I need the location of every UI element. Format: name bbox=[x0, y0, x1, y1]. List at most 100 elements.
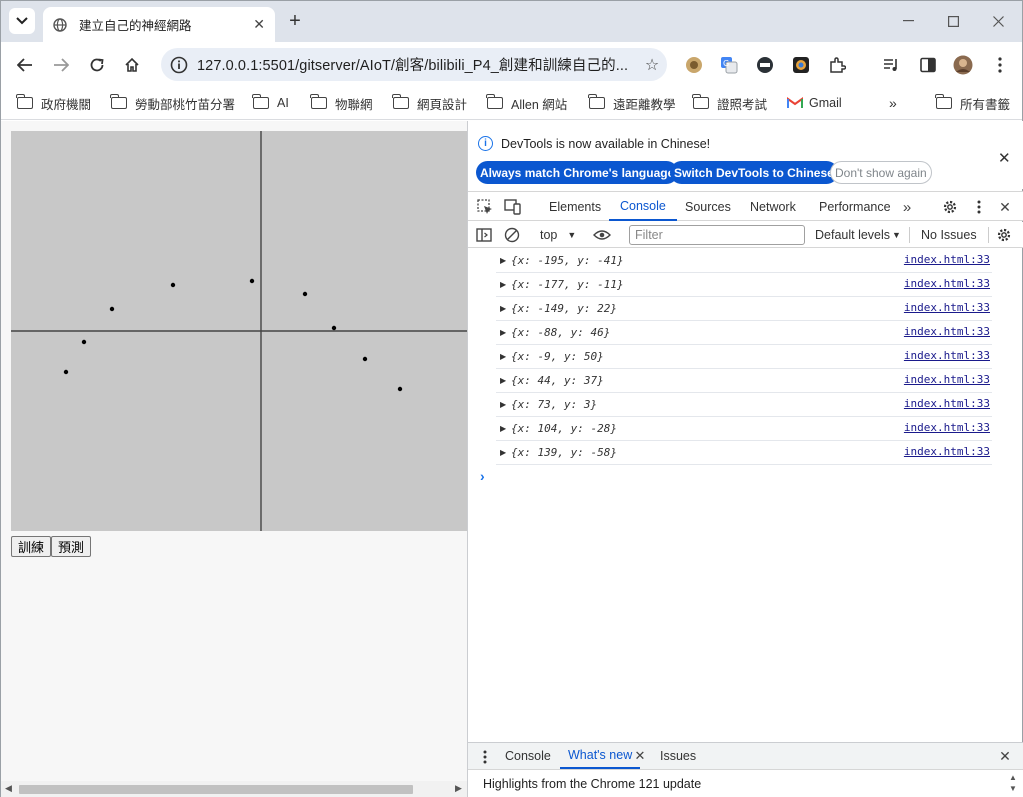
bookmark-folder[interactable]: 遠距離教學 bbox=[588, 94, 676, 112]
side-panel-icon[interactable] bbox=[918, 55, 938, 75]
issues-counter[interactable]: No Issues bbox=[921, 226, 977, 244]
console-message[interactable]: ▶ {x: -9, y: 50} index.html:33 bbox=[496, 345, 992, 369]
scroll-left-icon[interactable]: ◀ bbox=[5, 783, 12, 794]
bookmark-folder[interactable]: 網頁設計 bbox=[392, 94, 467, 112]
close-devtools-icon[interactable]: ✕ bbox=[996, 198, 1014, 216]
devtools-menu-kebab-icon[interactable] bbox=[970, 198, 988, 216]
console-message[interactable]: ▶ {x: 139, y: -58} index.html:33 bbox=[496, 441, 992, 465]
drawer-tab-issues[interactable]: Issues bbox=[660, 743, 696, 769]
settings-gear-icon[interactable] bbox=[941, 198, 959, 216]
browser-tab[interactable]: 建立自己的神經網路 ✕ bbox=[43, 7, 275, 42]
console-prompt-chevron-icon[interactable]: › bbox=[480, 468, 485, 484]
extensions-puzzle-icon[interactable] bbox=[827, 55, 847, 75]
console-message[interactable]: ▶ {x: -88, y: 46} index.html:33 bbox=[496, 321, 992, 345]
drawer-tab-whats-new[interactable]: What's new bbox=[560, 743, 641, 769]
source-link[interactable]: index.html:33 bbox=[904, 373, 990, 386]
new-tab-button[interactable]: + bbox=[285, 11, 305, 31]
expand-triangle-icon[interactable]: ▶ bbox=[500, 352, 506, 361]
console-message[interactable]: ▶ {x: -177, y: -11} index.html:33 bbox=[496, 273, 992, 297]
sidebar-toggle-icon[interactable] bbox=[476, 226, 492, 244]
console-message[interactable]: ▶ {x: -195, y: -41} index.html:33 bbox=[496, 249, 992, 273]
more-tabs-chevron-icon[interactable]: » bbox=[898, 198, 916, 216]
drawer-tab-console[interactable]: Console bbox=[505, 743, 551, 769]
close-infobar-icon[interactable]: ✕ bbox=[998, 149, 1011, 167]
translate-icon[interactable]: G bbox=[719, 55, 739, 75]
site-info-icon[interactable] bbox=[169, 55, 189, 75]
address-bar[interactable]: 127.0.0.1:5501/gitserver/AIoT/創客/bilibil… bbox=[161, 48, 667, 81]
predict-button[interactable]: 預測 bbox=[51, 536, 92, 557]
source-link[interactable]: index.html:33 bbox=[904, 325, 990, 338]
extension-icon[interactable] bbox=[755, 55, 775, 75]
dont-show-again-button[interactable]: Don't show again bbox=[830, 161, 932, 184]
bookmark-star-icon[interactable]: ☆ bbox=[637, 55, 667, 75]
bookmark-gmail[interactable]: Gmail bbox=[787, 94, 842, 112]
expand-triangle-icon[interactable]: ▶ bbox=[500, 376, 506, 385]
profile-avatar-icon[interactable] bbox=[953, 55, 973, 75]
expand-triangle-icon[interactable]: ▶ bbox=[500, 256, 506, 265]
context-selector[interactable]: top ▼ bbox=[540, 226, 576, 244]
minimize-icon[interactable] bbox=[893, 9, 923, 33]
menu-kebab-icon[interactable] bbox=[990, 55, 1010, 75]
scroll-right-icon[interactable]: ▶ bbox=[455, 783, 462, 794]
bookmark-folder[interactable]: Allen 網站 bbox=[486, 94, 567, 112]
filter-input[interactable]: Filter bbox=[629, 225, 805, 245]
url-text[interactable]: 127.0.0.1:5501/gitserver/AIoT/創客/bilibil… bbox=[197, 54, 637, 75]
source-link[interactable]: index.html:33 bbox=[904, 397, 990, 410]
source-link[interactable]: index.html:33 bbox=[904, 349, 990, 362]
tab-network[interactable]: Network bbox=[750, 192, 796, 221]
tab-elements[interactable]: Elements bbox=[549, 192, 601, 221]
forward-icon[interactable] bbox=[48, 52, 74, 78]
source-link[interactable]: index.html:33 bbox=[904, 301, 990, 314]
source-link[interactable]: index.html:33 bbox=[904, 445, 990, 458]
tab-sources[interactable]: Sources bbox=[685, 192, 731, 221]
expand-triangle-icon[interactable]: ▶ bbox=[500, 328, 506, 337]
clear-console-icon[interactable] bbox=[504, 226, 520, 244]
drawer-menu-kebab-icon[interactable] bbox=[476, 748, 494, 766]
expand-triangle-icon[interactable]: ▶ bbox=[500, 304, 506, 313]
extension-icon[interactable] bbox=[684, 55, 704, 75]
horizontal-scrollbar[interactable]: ◀ ▶ bbox=[1, 781, 467, 797]
bookmark-folder[interactable]: 證照考試 bbox=[692, 94, 767, 112]
expand-triangle-icon[interactable]: ▶ bbox=[500, 448, 506, 457]
console-message[interactable]: ▶ {x: 44, y: 37} index.html:33 bbox=[496, 369, 992, 393]
media-control-icon[interactable] bbox=[882, 55, 902, 75]
reload-icon[interactable] bbox=[84, 52, 110, 78]
console-message[interactable]: ▶ {x: 104, y: -28} index.html:33 bbox=[496, 417, 992, 441]
bookmark-folder[interactable]: 勞動部桃竹苗分署 bbox=[110, 94, 235, 112]
expand-triangle-icon[interactable]: ▶ bbox=[500, 280, 506, 289]
extension-icon[interactable] bbox=[791, 55, 811, 75]
console-settings-gear-icon[interactable] bbox=[996, 226, 1012, 244]
expand-triangle-icon[interactable]: ▶ bbox=[500, 424, 506, 433]
more-bookmarks-chevron-icon[interactable]: » bbox=[889, 94, 897, 112]
inspect-element-icon[interactable] bbox=[476, 198, 494, 216]
plot-canvas[interactable] bbox=[11, 131, 467, 531]
console-message[interactable]: ▶ {x: -149, y: 22} index.html:33 bbox=[496, 297, 992, 321]
bookmark-folder[interactable]: AI bbox=[252, 94, 289, 112]
tab-console[interactable]: Console bbox=[609, 192, 677, 221]
maximize-icon[interactable] bbox=[938, 9, 968, 33]
tab-search-button[interactable] bbox=[9, 8, 35, 34]
source-link[interactable]: index.html:33 bbox=[904, 421, 990, 434]
home-icon[interactable] bbox=[119, 52, 145, 78]
close-tab-icon[interactable]: ✕ bbox=[253, 16, 265, 33]
log-levels-dropdown[interactable]: Default levels ▼ bbox=[815, 226, 901, 244]
close-drawer-icon[interactable]: ✕ bbox=[996, 747, 1014, 765]
always-match-language-button[interactable]: Always match Chrome's language bbox=[476, 161, 679, 184]
close-window-icon[interactable] bbox=[983, 9, 1013, 33]
close-whats-new-icon[interactable]: ✕ bbox=[631, 747, 649, 765]
expand-triangle-icon[interactable]: ▶ bbox=[500, 400, 506, 409]
source-link[interactable]: index.html:33 bbox=[904, 253, 990, 266]
back-icon[interactable] bbox=[12, 52, 38, 78]
source-link[interactable]: index.html:33 bbox=[904, 277, 990, 290]
live-expression-eye-icon[interactable] bbox=[593, 226, 611, 244]
device-toolbar-icon[interactable] bbox=[504, 198, 522, 216]
bookmark-folder-all[interactable]: 所有書籤 bbox=[935, 94, 1010, 112]
bookmark-folder[interactable]: 政府機關 bbox=[16, 94, 91, 112]
switch-to-chinese-button[interactable]: Switch DevTools to Chinese bbox=[670, 161, 838, 184]
drawer-scroll-arrows-icon[interactable]: ▲ ▼ bbox=[1009, 772, 1017, 794]
train-button[interactable]: 訓練 bbox=[11, 536, 52, 557]
scrollbar-thumb[interactable] bbox=[19, 785, 413, 794]
tab-performance[interactable]: Performance bbox=[819, 192, 891, 221]
bookmark-folder[interactable]: 物聯網 bbox=[310, 94, 373, 112]
console-message[interactable]: ▶ {x: 73, y: 3} index.html:33 bbox=[496, 393, 992, 417]
